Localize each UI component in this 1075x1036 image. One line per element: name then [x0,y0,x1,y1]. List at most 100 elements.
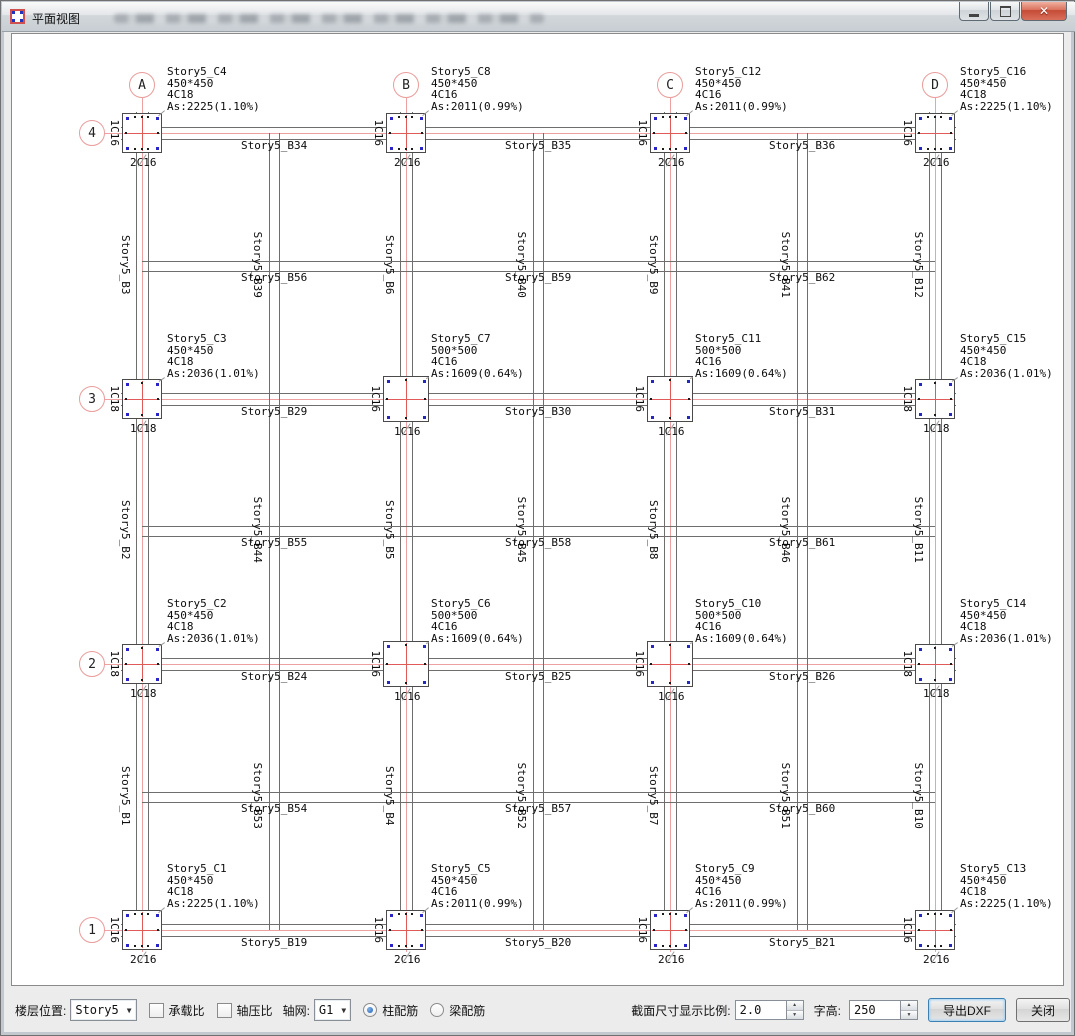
rebar-edge-dot [918,929,920,931]
rebar-edge-dot [669,644,671,646]
maximize-button[interactable] [990,2,1020,21]
grid-bubble-2: 2 [79,651,105,677]
height-down-icon[interactable]: ▼ [901,1011,917,1020]
column-side-rebar-label: 1C16 [633,649,645,679]
rebar-corner-dot [684,117,687,120]
scale-down-icon[interactable]: ▼ [787,1011,803,1020]
rebar-edge-dot [918,663,920,665]
column-rebar-radio[interactable] [363,1003,377,1017]
column-side-rebar-label: 1C16 [108,118,120,148]
scale-up-icon[interactable]: ▲ [787,1001,803,1011]
rebar-edge-dot [950,929,952,931]
rebar-edge-dot [157,132,159,134]
beam-edge [664,112,665,950]
rebar-corner-dot [423,681,426,684]
rebar-corner-dot [684,147,687,150]
window-icon [10,9,25,24]
beam-label-Story5_B46: Story5_B46 [779,480,791,580]
rebar-edge-dot [675,116,677,118]
beam-label-Story5_B10: Story5_B10 [912,746,924,846]
column-label-Story5_C12: Story5_C12 450*450 4C16 As:2011(0.99%) [695,66,788,112]
bearing-ratio-checkbox[interactable] [149,1003,164,1018]
minimize-button[interactable] [959,2,989,21]
rebar-edge-dot [157,929,159,931]
column-axis-red [935,912,936,948]
chevron-down-icon: ▼ [127,1006,132,1015]
rebar-edge-dot [398,913,400,915]
rebar-edge-dot [405,682,407,684]
grid-bubble-D: D [922,72,948,98]
rebar-edge-dot [688,663,690,665]
column-label-Story5_C6: Story5_C6 500*500 4C16 As:1609(0.64%) [431,598,524,644]
title-bar[interactable]: 平面视图 ✕ [2,2,1075,32]
rebar-corner-dot [919,117,922,120]
rebar-corner-dot [687,380,690,383]
text-height-input[interactable]: 250 [849,1000,901,1020]
column-label-Story5_C7: Story5_C7 500*500 4C16 As:1609(0.64%) [431,333,524,379]
rebar-corner-dot [949,147,952,150]
beam-rebar-label: 梁配筋 [449,1002,485,1019]
column-axis-red [670,643,671,685]
rebar-edge-dot [405,417,407,419]
close-dialog-button[interactable]: 关闭 [1016,998,1070,1022]
rebar-edge-dot [421,132,423,134]
floor-select[interactable]: Story5 ▼ [70,999,136,1021]
column-label-Story5_C1: Story5_C1 450*450 4C18 As:2225(1.10%) [167,863,260,909]
beam-label-Story5_B53: Story5_B53 [251,746,263,846]
bearing-ratio-label: 承载比 [169,1002,205,1019]
rebar-corner-dot [390,944,393,947]
export-dxf-button[interactable]: 导出DXF [928,998,1006,1022]
height-up-icon[interactable]: ▲ [901,1001,917,1011]
column-axis-red [142,115,143,151]
beam-label-Story5_B6: Story5_B6 [383,215,395,315]
rebar-edge-dot [424,663,426,665]
grid-bubble-4: 4 [79,120,105,146]
rebar-edge-dot [405,945,407,947]
plan-layer: ABCD4321Story5_C4 450*450 4C18 As:2225(1… [12,34,1063,985]
beam-label-Story5_B45: Story5_B45 [515,480,527,580]
column-label-Story5_C10: Story5_C10 500*500 4C16 As:1609(0.64%) [695,598,788,644]
rebar-edge-dot [405,379,407,381]
beam-label-Story5_B11: Story5_B11 [912,480,924,580]
rebar-edge-dot [653,132,655,134]
maximize-icon [1000,6,1011,17]
close-button[interactable]: ✕ [1021,2,1067,21]
axial-ratio-checkbox[interactable] [217,1003,232,1018]
rebar-corner-dot [420,914,423,917]
rebar-corner-dot [387,645,390,648]
section-scale-input[interactable]: 2.0 [735,1000,787,1020]
rebar-corner-dot [126,914,129,917]
column-axis-red [406,643,407,685]
rebar-edge-dot [934,647,936,649]
rebar-edge-dot [147,913,149,915]
column-axis-red [406,378,407,420]
grid-line-3 [105,399,955,400]
grid-label: 轴网: [283,1002,310,1019]
grid-select[interactable]: G1 ▼ [314,999,351,1021]
beam-label-Story5_B41: Story5_B41 [779,215,791,315]
rebar-edge-dot [405,148,407,150]
plan-canvas[interactable]: ABCD4321Story5_C4 450*450 4C18 As:2225(1… [11,33,1064,986]
column-axis-red [142,381,143,417]
grid-bubble-A: A [129,72,155,98]
rebar-edge-dot [940,148,942,150]
rebar-edge-dot [650,663,652,665]
beam-label-Story5_B34: Story5_B34 [241,140,307,152]
grid-bubble-3: 3 [79,386,105,412]
beam-label-Story5_B51: Story5_B51 [779,746,791,846]
beam-label-Story5_B35: Story5_B35 [505,140,571,152]
beam-label-Story5_B36: Story5_B36 [769,140,835,152]
column-side-rebar-label: 1C16 [108,915,120,945]
rebar-edge-dot [398,116,400,118]
rebar-edge-dot [147,148,149,150]
rebar-edge-dot [386,398,388,400]
beam-edge [400,112,401,950]
column-axis-red [670,115,671,151]
column-side-rebar-label: 1C16 [636,118,648,148]
column-side-rebar-label: 1C16 [372,915,384,945]
beam-rebar-radio[interactable] [430,1003,444,1017]
rebar-edge-dot [662,945,664,947]
rebar-edge-dot [950,398,952,400]
rebar-corner-dot [420,117,423,120]
grid-bubble-C: C [657,72,683,98]
